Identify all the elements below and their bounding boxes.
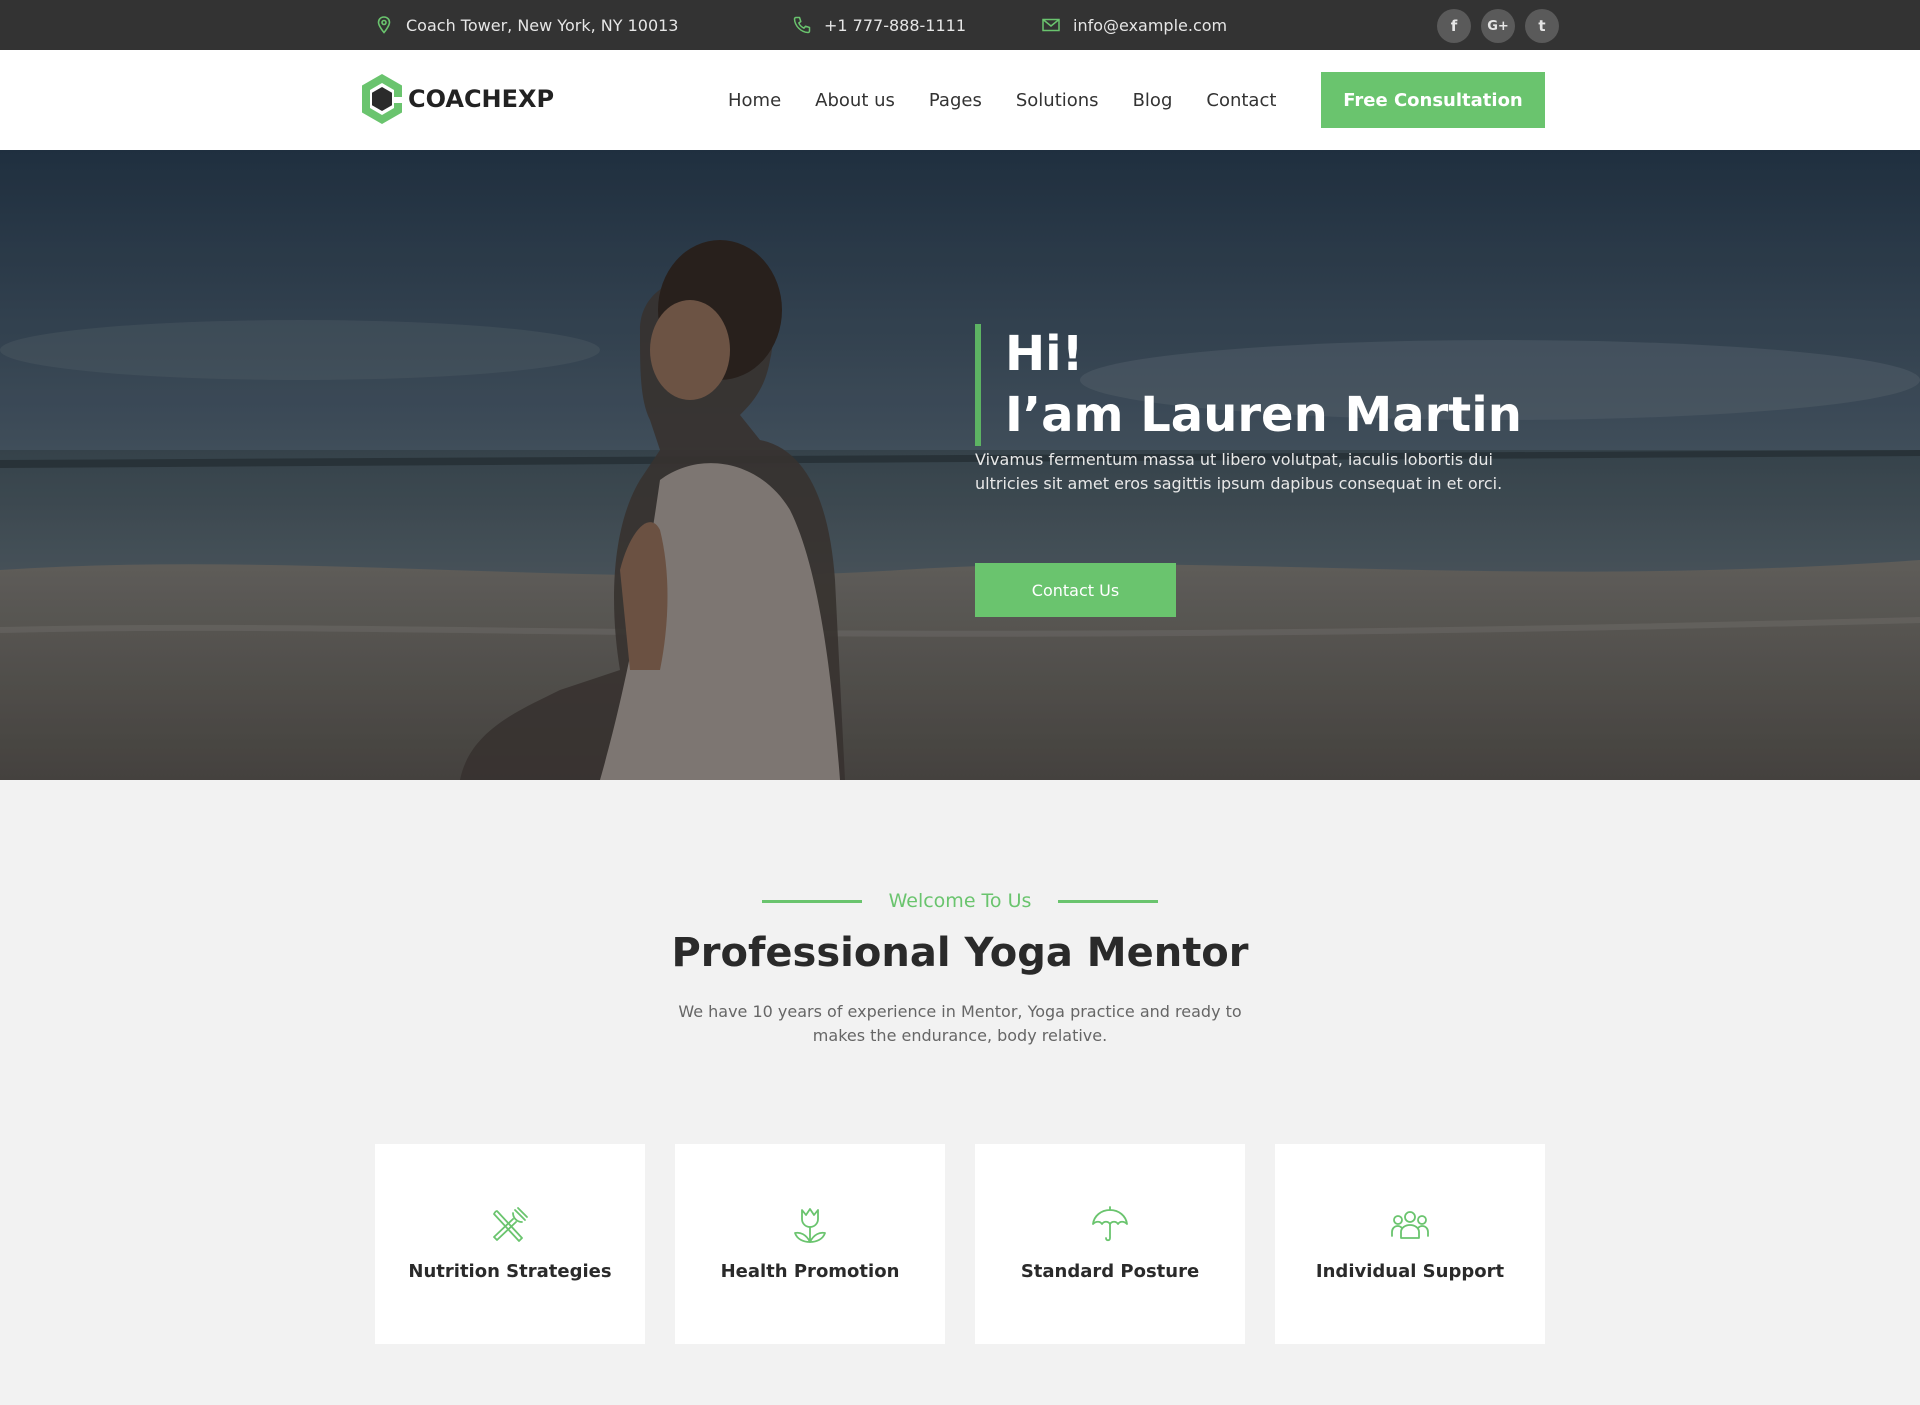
feature-card-nutrition[interactable]: Nutrition Strategies [375,1144,645,1344]
hero-title: Hi! I’am Lauren Martin [975,324,1522,446]
feature-card-posture[interactable]: Standard Posture [975,1144,1245,1344]
logo[interactable]: COACHEXP [358,72,554,126]
social-links: f G+ t [1437,9,1559,43]
phone-item[interactable]: +1 777-888-1111 [792,0,966,50]
hero-title-line-1: Hi! [1005,326,1084,382]
address-item: Coach Tower, New York, NY 10013 [374,0,678,50]
facebook-icon[interactable]: f [1437,9,1471,43]
nav-solutions[interactable]: Solutions [1016,90,1099,111]
phone-icon [792,15,812,35]
top-bar: Coach Tower, New York, NY 10013 +1 777-8… [0,0,1920,50]
free-consultation-button[interactable]: Free Consultation [1321,72,1545,128]
tulip-icon [675,1204,945,1246]
feature-label: Individual Support [1315,1261,1505,1282]
email-item[interactable]: info@example.com [1041,0,1227,50]
welcome-kicker: Welcome To Us [888,890,1032,912]
feature-card-health[interactable]: Health Promotion [675,1144,945,1344]
phone-text[interactable]: +1 777-888-1111 [824,16,966,35]
email-text[interactable]: info@example.com [1073,16,1227,35]
nav-blog[interactable]: Blog [1133,90,1173,111]
map-pin-icon [374,15,394,35]
envelope-icon [1041,15,1061,35]
hexagon-logo-icon [362,74,402,124]
hero-title-line-2: I’am Lauren Martin [1005,387,1522,443]
section-title: Professional Yoga Mentor [671,930,1249,976]
utensils-icon [375,1204,645,1246]
hero-banner: Hi! I’am Lauren Martin Vivamus fermentum… [0,150,1920,780]
section-description: We have 10 years of experience in Mentor… [678,1002,1242,1045]
twitter-icon[interactable]: t [1525,9,1559,43]
nav-pages[interactable]: Pages [929,90,982,111]
feature-label: Standard Posture [1020,1261,1200,1282]
nav-home[interactable]: Home [728,90,781,111]
site-header: COACHEXP Home About us Pages Solutions B… [0,50,1920,150]
nav-contact[interactable]: Contact [1206,90,1276,111]
main-nav: Home About us Pages Solutions Blog Conta… [728,50,1276,150]
nav-about-us[interactable]: About us [815,90,895,111]
people-icon [1275,1204,1545,1246]
umbrella-icon [975,1204,1245,1246]
address-text: Coach Tower, New York, NY 10013 [406,15,679,35]
hero-description: Vivamus fermentum massa ut libero volutp… [975,450,1503,493]
contact-us-button[interactable]: Contact Us [975,563,1176,617]
logo-text: COACHEXP [408,85,555,113]
feature-label: Nutrition Strategies [408,1261,612,1282]
hero-background-image [0,150,1920,780]
feature-label: Health Promotion [720,1261,900,1282]
feature-card-support[interactable]: Individual Support [1275,1144,1545,1344]
google-plus-icon[interactable]: G+ [1481,9,1515,43]
